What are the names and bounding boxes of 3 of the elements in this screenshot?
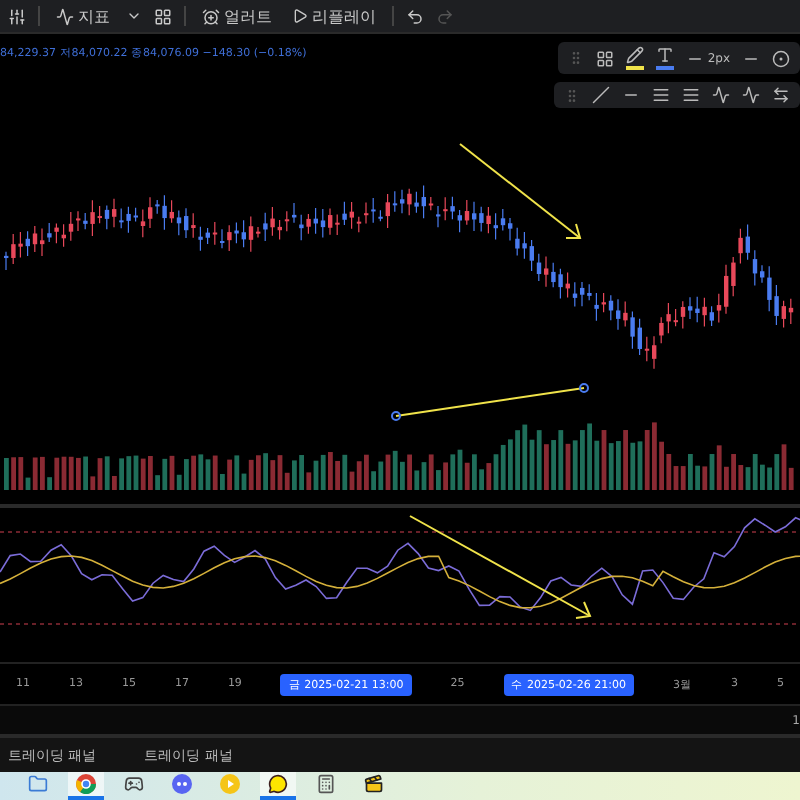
indicators-button[interactable]: 지표: [52, 5, 114, 27]
replay-button[interactable]: 리플레이: [288, 5, 380, 27]
alert-button[interactable]: 얼러트: [198, 5, 276, 27]
